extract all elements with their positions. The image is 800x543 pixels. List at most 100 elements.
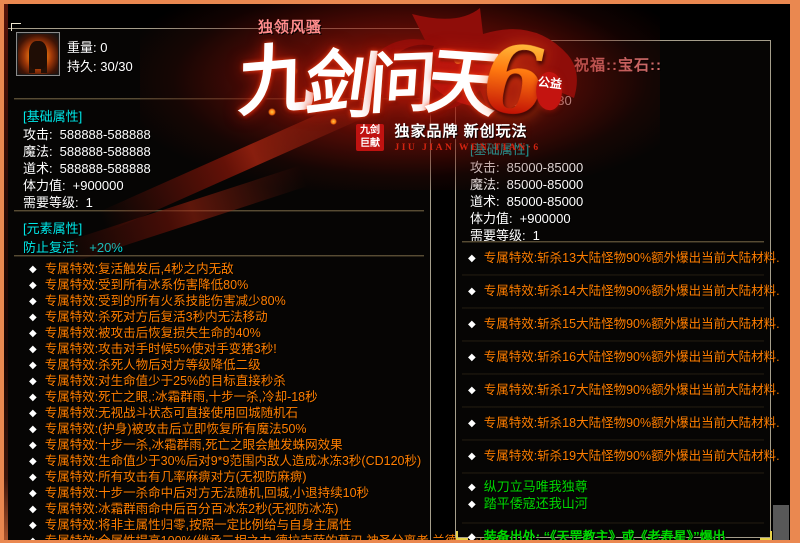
diamond-bullet-icon: ◆ xyxy=(468,385,476,396)
effect-line: ◆专属特效:斩杀19大陆怪物90%额外爆出当前大陆材料. xyxy=(462,441,764,474)
stat-value: +900000 xyxy=(73,178,124,193)
background-strip xyxy=(4,4,8,543)
effect-line: ◆专属特效:斩杀18大陆怪物90%额外爆出当前大陆材料. xyxy=(462,408,764,441)
stat-label: 魔法: xyxy=(470,177,500,192)
effect-text: 专属特效:十步一杀,冰霜群雨,死亡之眼会触发蛛网效果 xyxy=(45,438,343,452)
diamond-bullet-icon: ◆ xyxy=(29,296,37,307)
effect-text: 专属特效:斩杀13大陆怪物90%额外爆出当前大陆材料. xyxy=(484,251,780,265)
stat-label: 攻击: xyxy=(470,160,500,175)
panel-corner-mark xyxy=(760,531,772,540)
stat-label: 体力值: xyxy=(470,211,513,226)
element-stat-row: 防止复活: +20% xyxy=(23,237,123,256)
game-screen: 重量: 0 持久: 30/30 [基础属性] 攻击:588888-588888 … xyxy=(0,0,800,543)
effect-text: 专属特效:十步一杀命中后对方无法随机,回城,小退持续10秒 xyxy=(45,486,369,500)
effect-text: 专属特效:对生命值少于25%的目标直接秒杀 xyxy=(45,374,286,388)
stat-value: 588888-588888 xyxy=(60,127,151,142)
element-attr-header: [元素属性] xyxy=(23,218,82,237)
effect-text: 专属特效:攻击对手时候5%使对手变猪3秒! xyxy=(45,342,277,356)
effect-line: ◆专属特效:斩杀16大陆怪物90%额外爆出当前大陆材料. xyxy=(462,342,764,375)
slogan-line: ◆ 纵刀立马唯我独尊 xyxy=(462,478,764,495)
effect-text: 专属特效:(护身)被攻击后立即恢复所有魔法50% xyxy=(45,422,307,436)
effect-list: ◆专属特效:斩杀13大陆怪物90%额外爆出当前大陆材料. ◆专属特效:斩杀14大… xyxy=(462,243,764,543)
item-name-left: 独领风骚 xyxy=(220,16,360,37)
divider xyxy=(14,98,424,100)
stat-value: 85000-85000 xyxy=(507,194,584,209)
diamond-bullet-icon: ◆ xyxy=(29,280,37,291)
diamond-bullet-icon: ◆ xyxy=(29,312,37,323)
effect-text: 专属特效:被攻击后恢复损失生命的40% xyxy=(45,326,261,340)
diamond-bullet-icon: ◆ xyxy=(29,360,37,371)
stat-value: +900000 xyxy=(520,211,571,226)
effect-line: ◆专属特效:斩杀15大陆怪物90%额外爆出当前大陆材料. xyxy=(462,309,764,342)
frame-border-left xyxy=(0,0,4,543)
stat-label: 道术: xyxy=(470,194,500,209)
effect-text: 专属特效:冰霜群雨命中后百分百冰冻2秒(无视防冰冻) xyxy=(45,502,339,516)
effect-text: 专属特效:所有攻击有几率麻痹对方(无视防麻痹) xyxy=(45,470,307,484)
stat-label: 需要等级: xyxy=(23,195,79,210)
diamond-bullet-icon: ◆ xyxy=(29,392,37,403)
effect-line: ◆专属特效:斩杀13大陆怪物90%额外爆出当前大陆材料. xyxy=(462,243,764,276)
diamond-bullet-icon: ◆ xyxy=(29,488,37,499)
diamond-bullet-icon: ◆ xyxy=(29,344,37,355)
stat-value: 588888-588888 xyxy=(60,161,151,176)
demon-figure-icon xyxy=(29,41,47,69)
base-attr-header: [基础属性] xyxy=(470,139,529,158)
background-ui-fragment xyxy=(773,505,789,543)
item-tooltip-left: 重量: 0 持久: 30/30 [基础属性] 攻击:588888-588888 … xyxy=(7,28,431,543)
diamond-bullet-icon: ◆ xyxy=(29,408,37,419)
diamond-bullet-icon: ◆ xyxy=(29,504,37,515)
diamond-bullet-icon: ◆ xyxy=(29,456,37,467)
diamond-bullet-icon: ◆ xyxy=(468,482,476,493)
panel-corner-mark xyxy=(11,23,21,31)
diamond-bullet-icon: ◆ xyxy=(29,328,37,339)
item-icon[interactable] xyxy=(16,32,60,76)
diamond-bullet-icon: ◆ xyxy=(468,451,476,462)
effect-text: 专属特效:死亡之眼,:冰霜群雨,十步一杀,冷却-18秒 xyxy=(45,390,318,404)
effect-text: 专属特效:杀死人物后对方等级降低二级 xyxy=(45,358,261,372)
base-attr-header: [基础属性] xyxy=(23,106,82,125)
effect-text: 专属特效:无视战斗状态可直接使用回城随机石 xyxy=(45,406,298,420)
diamond-bullet-icon: ◆ xyxy=(29,376,37,387)
diamond-bullet-icon: ◆ xyxy=(29,472,37,483)
effect-text: 专属特效:受到的所有火系技能伤害减少80% xyxy=(45,294,286,308)
frame-border-top xyxy=(0,0,800,4)
stat-label: 魔法: xyxy=(23,144,53,159)
stat-label: 攻击: xyxy=(23,127,53,142)
item-tooltip-right: 重量: 0 持久: 30/30 [基础属性] 攻击:85000-85000 魔法… xyxy=(455,40,771,538)
effect-text: 专属特效:生命值少于30%后对9*9范围内敌人造成冰冻3秒(CD120秒) xyxy=(45,454,421,468)
item-name-right: ::祝福::宝石:: xyxy=(455,54,769,75)
durability-line: 持久: 30/30 xyxy=(67,56,133,75)
slogan-block: ◆ 纵刀立马唯我独尊 ◆踏平倭寇还我山河 xyxy=(462,474,764,524)
slogan-line: ◆踏平倭寇还我山河 xyxy=(462,495,764,512)
stat-value: 85000-85000 xyxy=(507,177,584,192)
diamond-bullet-icon: ◆ xyxy=(29,264,37,275)
frame-border-right xyxy=(790,0,800,543)
effect-text: 专属特效:受到所有冰系伤害降低80% xyxy=(45,278,249,292)
diamond-bullet-icon: ◆ xyxy=(468,352,476,363)
effect-text: 专属特效:斩杀16大陆怪物90%额外爆出当前大陆材料. xyxy=(484,350,780,364)
diamond-bullet-icon: ◆ xyxy=(468,253,476,264)
element-stat-label: 防止复活: xyxy=(23,240,79,255)
effect-line: ◆专属特效:斩杀14大陆怪物90%额外爆出当前大陆材料. xyxy=(462,276,764,309)
stat-value: 85000-85000 xyxy=(507,160,584,175)
stat-row: 需要等级: 1 xyxy=(23,192,93,211)
diamond-bullet-icon: ◆ xyxy=(468,319,476,330)
stat-value: 1 xyxy=(86,195,93,210)
effect-text: 专属特效:杀死对方后复活3秒内无法移动 xyxy=(45,310,268,324)
effect-text: 专属特效:斩杀14大陆怪物90%额外爆出当前大陆材料. xyxy=(484,284,780,298)
weight-line: 重量: 0 xyxy=(67,37,107,56)
panel-corner-mark xyxy=(456,531,468,540)
effect-text: 专属特效:斩杀19大陆怪物90%额外爆出当前大陆材料. xyxy=(484,449,780,463)
effect-text: 专属特效:斩杀15大陆怪物90%额外爆出当前大陆材料. xyxy=(484,317,780,331)
durability-line: 持久: 30/30 xyxy=(506,90,572,109)
slogan-text: 纵刀立马唯我独尊 xyxy=(484,479,588,494)
stat-value: 588888-588888 xyxy=(60,144,151,159)
element-stat-value: +20% xyxy=(89,240,123,255)
effect-text: 专属特效:斩杀18大陆怪物90%额外爆出当前大陆材料. xyxy=(484,416,780,430)
diamond-bullet-icon: ◆ xyxy=(468,286,476,297)
stat-label: 体力值: xyxy=(23,178,66,193)
diamond-bullet-icon: ◆ xyxy=(468,499,476,510)
diamond-bullet-icon: ◆ xyxy=(29,520,37,531)
diamond-bullet-icon: ◆ xyxy=(29,424,37,435)
diamond-bullet-icon: ◆ xyxy=(468,418,476,429)
